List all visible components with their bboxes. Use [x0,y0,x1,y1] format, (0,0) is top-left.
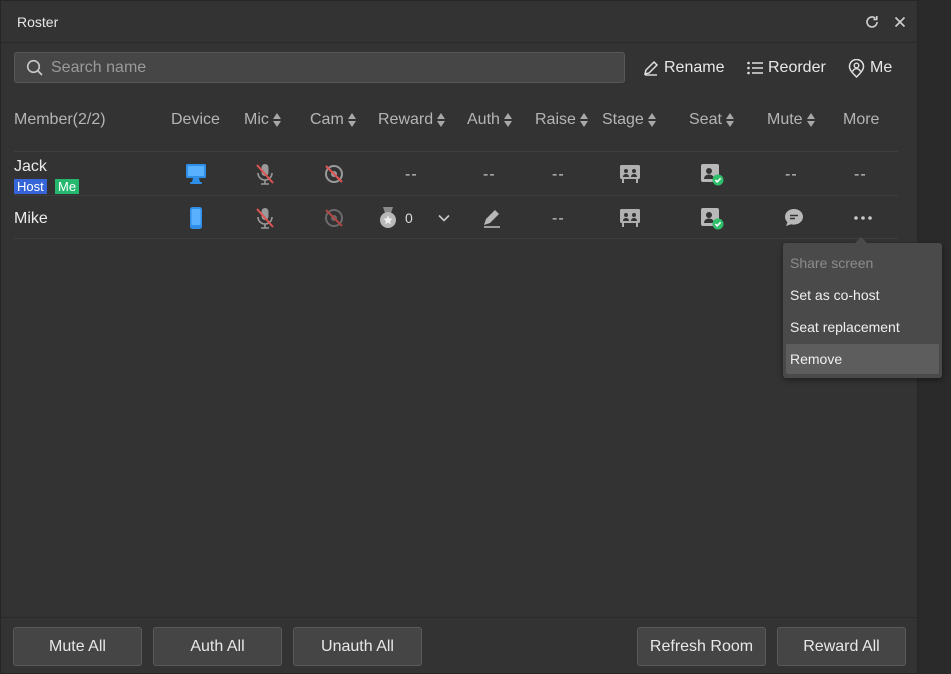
desktop-icon [186,164,206,184]
me-label: Me [870,59,893,76]
chat-bubble-icon[interactable] [782,206,806,230]
mic-off-icon[interactable] [253,206,277,230]
reward-value: -- [405,166,418,183]
title-bar: Roster [1,1,917,43]
member-name: Mike [14,210,48,227]
row-divider [14,195,898,196]
search-input[interactable] [51,57,611,79]
column-auth[interactable]: Auth [467,111,512,129]
reorder-label: Reorder [768,59,826,76]
more-value: -- [854,166,867,183]
refresh-room-button[interactable]: Refresh Room [637,627,766,666]
chevron-down-icon[interactable] [437,211,451,225]
cam-off-icon[interactable] [322,206,346,230]
medal-icon [380,207,396,228]
sort-icon [647,112,656,128]
stage-icon[interactable] [618,162,642,186]
column-cam[interactable]: Cam [310,111,356,129]
search-icon [26,59,43,76]
rename-label: Rename [664,59,725,76]
refresh-icon[interactable] [864,14,880,30]
more-context-menu: Share screen Set as co-host Seat replace… [783,237,942,378]
menu-item-seat-replacement[interactable]: Seat replacement [786,312,939,342]
column-reward[interactable]: Reward [378,111,446,129]
sort-icon [437,112,446,128]
column-mic[interactable]: Mic [244,111,281,129]
column-raise[interactable]: Raise [535,111,588,129]
location-person-icon [848,58,865,78]
close-icon[interactable] [892,14,908,30]
auth-all-button[interactable]: Auth All [153,627,282,666]
menu-item-share-screen: Share screen [790,255,874,271]
raise-value: -- [552,166,565,183]
member-name: Jack [14,158,47,175]
window-title: Roster [17,14,59,30]
menu-item-set-co-host[interactable]: Set as co-host [786,280,939,310]
sort-icon [725,112,734,128]
column-stage[interactable]: Stage [602,111,656,129]
sort-icon [579,112,588,128]
column-device: Device [171,111,220,128]
reward-all-button[interactable]: Reward All [777,627,906,666]
stage-icon[interactable] [618,206,642,230]
sort-icon [503,112,512,128]
column-seat[interactable]: Seat [689,111,734,129]
auth-value: -- [483,166,496,183]
unauth-all-button[interactable]: Unauth All [293,627,422,666]
seat-check-icon[interactable] [700,162,724,186]
mute-all-button[interactable]: Mute All [13,627,142,666]
host-badge: Host [14,179,47,194]
search-box [14,52,625,83]
mute-value: -- [785,166,798,183]
pen-icon[interactable] [480,206,504,230]
me-button[interactable]: Me [847,55,892,81]
reward-control[interactable]: 0 [377,206,451,230]
rename-button[interactable]: Rename [642,55,724,81]
pencil-icon [643,60,659,76]
row-divider [14,151,898,152]
phone-icon [190,207,202,229]
raise-value: -- [552,210,565,227]
column-member: Member(2/2) [14,111,106,128]
reorder-button[interactable]: Reorder [746,55,826,81]
sort-icon [347,112,356,128]
menu-item-remove[interactable]: Remove [786,344,939,374]
column-mute[interactable]: Mute [767,111,815,129]
column-more: More [843,111,880,128]
me-badge: Me [55,179,80,194]
ellipsis-icon[interactable] [851,206,875,230]
cam-off-icon[interactable] [322,162,346,186]
sort-icon [806,112,815,128]
reward-count: 0 [405,210,413,226]
row-divider [14,238,898,239]
footer-divider [1,617,917,618]
seat-check-icon[interactable] [700,206,724,230]
sort-icon [272,112,281,128]
list-icon [747,61,763,75]
roster-window: Roster Rename Reorder [0,0,918,674]
mic-off-icon[interactable] [253,162,277,186]
